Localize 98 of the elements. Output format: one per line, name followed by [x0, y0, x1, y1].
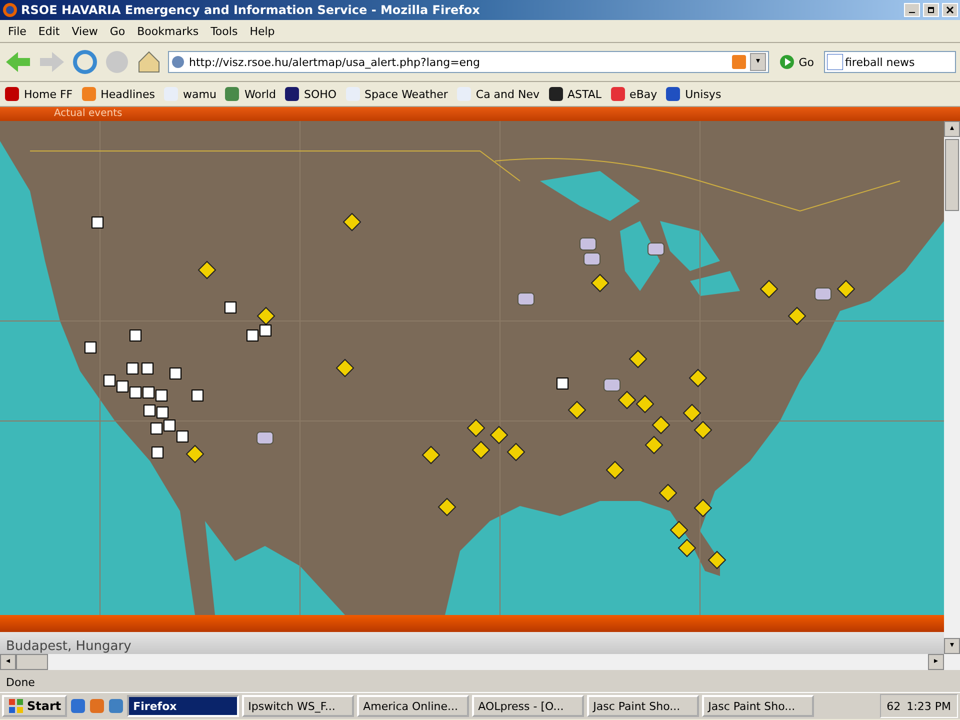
start-button[interactable]: Start — [2, 695, 68, 717]
bookmark-link[interactable]: eBay — [610, 86, 658, 102]
bookmark-link[interactable]: Unisys — [665, 86, 722, 102]
wildfire-icon[interactable] — [104, 374, 116, 386]
bookmark-link[interactable]: World — [224, 86, 276, 102]
storm-icon[interactable] — [256, 432, 274, 444]
status-text: Done — [6, 676, 35, 688]
right-arrow-icon — [932, 657, 940, 665]
menu-item[interactable]: Go — [104, 22, 132, 40]
up-arrow-icon — [948, 124, 956, 132]
bookmark-link[interactable]: SOHO — [284, 86, 337, 102]
wildfire-icon[interactable] — [156, 390, 168, 402]
wildfire-icon[interactable] — [170, 368, 182, 380]
home-icon[interactable] — [136, 49, 162, 75]
menu-item[interactable]: File — [2, 22, 32, 40]
app-icon — [665, 86, 682, 102]
close-icon — [946, 6, 954, 14]
restore-button[interactable] — [923, 3, 939, 17]
scroll-thumb[interactable] — [945, 139, 959, 211]
wildfire-icon[interactable] — [556, 378, 568, 390]
bookmark-link[interactable]: ASTAL — [548, 86, 602, 102]
dropdown-button[interactable] — [750, 53, 766, 71]
wildfire-icon[interactable] — [152, 446, 164, 458]
menu-item[interactable]: Tools — [204, 22, 244, 40]
app-icon — [456, 86, 472, 102]
clock-text: 1:23 PM — [906, 700, 951, 712]
wildfire-icon[interactable] — [156, 406, 168, 418]
app-icon — [610, 86, 626, 102]
down-arrow-icon — [948, 641, 956, 649]
wildfire-icon[interactable] — [130, 330, 142, 342]
app-icon — [108, 698, 124, 714]
wildfire-icon[interactable] — [142, 386, 154, 398]
wildfire-icon[interactable] — [126, 362, 138, 374]
storm-icon[interactable] — [604, 378, 620, 392]
go-button[interactable]: Go — [774, 54, 818, 70]
storm-icon[interactable] — [584, 252, 600, 266]
app-icon — [70, 698, 86, 714]
window-title: RSOE HAVARIA Emergency and Information Service - Mozilla Firefox — [21, 3, 481, 17]
minimize-button[interactable] — [904, 3, 920, 17]
down-arrow-icon — [754, 57, 762, 65]
taskbar-button[interactable]: AOLpress - [O... — [472, 695, 584, 717]
wildfire-icon[interactable] — [150, 422, 162, 434]
wildfire-icon[interactable] — [144, 404, 156, 416]
scroll-left-button[interactable] — [0, 654, 16, 670]
restore-icon — [927, 6, 935, 14]
wildfire-icon[interactable] — [92, 216, 104, 228]
bookmark-link[interactable]: Ca and Nev — [456, 86, 540, 102]
wildfire-icon[interactable] — [130, 386, 142, 398]
app-icon — [344, 86, 361, 102]
app-icon — [548, 86, 564, 102]
play-icon — [778, 54, 795, 70]
close-button[interactable] — [942, 3, 958, 17]
wildfire-icon[interactable] — [164, 420, 176, 432]
menu-item[interactable]: View — [66, 22, 104, 40]
tray-count: 62 — [886, 700, 901, 712]
firefox-icon — [2, 2, 18, 18]
taskbar-button[interactable]: Ipswitch WS_F... — [242, 695, 354, 717]
header-text: Actual events — [54, 107, 122, 120]
wildfire-icon[interactable] — [224, 302, 236, 314]
taskbar-button[interactable]: Firefox — [127, 695, 240, 717]
app-icon — [89, 698, 106, 714]
taskbar-button[interactable]: Jasc Paint Sho... — [587, 695, 700, 717]
menu-item[interactable]: Edit — [32, 22, 66, 40]
storm-icon[interactable] — [580, 238, 596, 250]
bookmark-link[interactable]: Headlines — [80, 86, 155, 102]
wildfire-icon[interactable] — [260, 324, 272, 336]
storm-icon[interactable] — [814, 288, 832, 300]
app-icon — [163, 86, 179, 102]
vertical-scrollbar[interactable] — [944, 121, 960, 654]
bookmark-link[interactable]: wamu — [163, 86, 216, 102]
scroll-thumb[interactable] — [16, 654, 48, 670]
app-icon — [80, 86, 97, 102]
scroll-right-button[interactable] — [928, 654, 944, 670]
search-field[interactable]: fireball news — [824, 51, 956, 73]
windows-logo-icon — [8, 698, 24, 714]
bookmark-link[interactable]: Space Weather — [344, 86, 448, 102]
storm-icon[interactable] — [518, 292, 534, 306]
footer-text: Budapest, Hungary — [6, 639, 132, 654]
taskbar-button[interactable]: America Online... — [357, 695, 470, 717]
app-icon — [224, 86, 240, 102]
storm-icon[interactable] — [648, 242, 664, 256]
app-icon — [4, 86, 20, 102]
wildfire-icon[interactable] — [84, 342, 96, 354]
address-field[interactable]: http://visz.rsoe.hu/alertmap/usa_alert.php?lang=eng — [168, 51, 769, 73]
menu-item[interactable]: Help — [244, 22, 281, 40]
horizontal-scrollbar[interactable] — [0, 654, 960, 670]
wildfire-icon[interactable] — [192, 390, 204, 402]
scroll-up-button[interactable] — [944, 121, 960, 137]
left-arrow-icon — [4, 657, 12, 665]
app-icon — [284, 86, 300, 102]
taskbar-button[interactable]: Jasc Paint Sho... — [702, 695, 814, 717]
bookmark-link[interactable]: Home FF — [4, 86, 73, 102]
wildfire-icon[interactable] — [246, 330, 258, 342]
wildfire-icon[interactable] — [142, 362, 154, 374]
wildfire-icon[interactable] — [116, 380, 128, 392]
scroll-down-button[interactable] — [944, 638, 960, 654]
wildfire-icon[interactable] — [176, 430, 188, 442]
menu-item[interactable]: Bookmarks — [131, 22, 205, 40]
